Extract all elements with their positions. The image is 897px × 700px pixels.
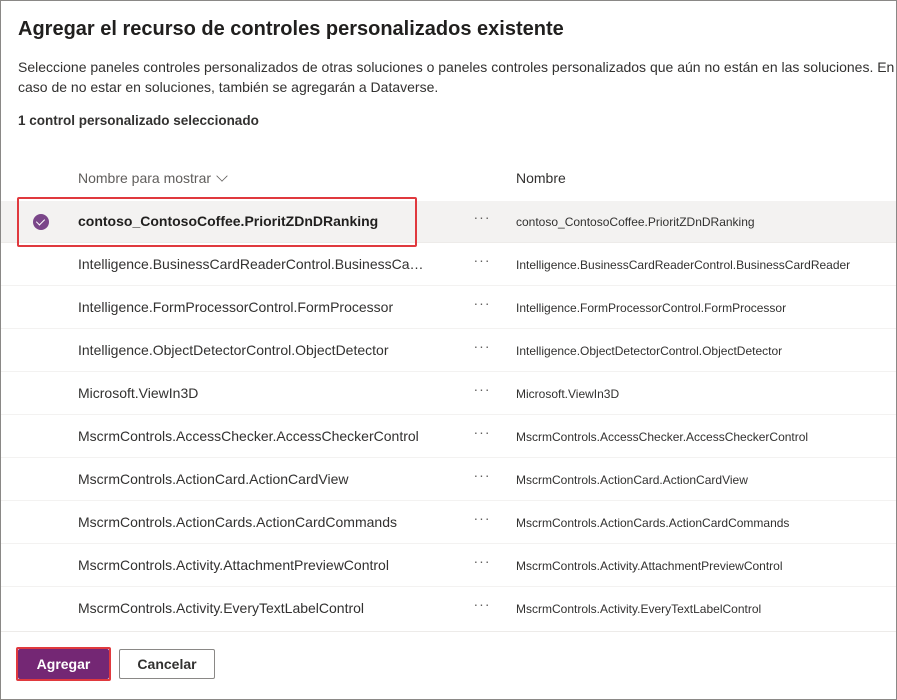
table-header: Nombre para mostrar Nombre [1,161,896,195]
row-name: MscrmControls.Activity.AttachmentPreview… [516,559,783,573]
dialog-title: Agregar el recurso de controles personal… [18,18,564,40]
column-header-display-name-label: Nombre para mostrar [78,170,212,186]
row-display-name: Intelligence.ObjectDetectorControl.Objec… [78,342,389,358]
add-button[interactable]: Agregar [18,649,109,679]
more-options-icon[interactable]: ··· [471,468,493,488]
column-header-name-label: Nombre [516,170,566,186]
table-row[interactable]: Intelligence.FormProcessorControl.FormPr… [1,287,896,329]
row-display-name: MscrmControls.ActionCards.ActionCardComm… [78,514,397,530]
cancel-button[interactable]: Cancelar [119,649,215,679]
dialog-footer: Agregar Cancelar [1,631,896,699]
table-row[interactable]: MscrmControls.Activity.EveryTextLabelCon… [1,588,896,626]
more-options-icon[interactable]: ··· [471,210,493,230]
table-row[interactable]: Intelligence.BusinessCardReaderControl.B… [1,244,896,286]
row-name: contoso_ContosoCoffee.PrioritZDnDRanking [516,215,755,229]
table-row[interactable]: contoso_ContosoCoffee.PrioritZDnDRanking… [1,201,896,243]
table-row[interactable]: MscrmControls.Activity.AttachmentPreview… [1,545,896,587]
table-row[interactable]: MscrmControls.ActionCard.ActionCardView ·… [1,459,896,501]
chevron-down-icon [216,170,228,182]
row-name: Intelligence.ObjectDetectorControl.Objec… [516,344,783,358]
row-display-name: Intelligence.FormProcessorControl.FormPr… [78,299,394,315]
row-name: MscrmControls.AccessChecker.AccessChecke… [516,430,809,444]
table-row[interactable]: Microsoft.ViewIn3D ··· Microsoft.ViewIn3D [1,373,896,415]
row-display-name: MscrmControls.Activity.AttachmentPreview… [78,557,389,573]
row-name: Intelligence.BusinessCardReaderControl.B… [516,258,851,272]
row-display-name: MscrmControls.AccessChecker.AccessChecke… [78,428,419,444]
row-display-name: Microsoft.ViewIn3D [78,385,199,401]
selected-count-label: 1 control personalizado seleccionado [18,113,259,128]
more-options-icon[interactable]: ··· [471,511,493,531]
more-options-icon[interactable]: ··· [471,253,493,273]
table-row[interactable]: MscrmControls.AccessChecker.AccessChecke… [1,416,896,458]
row-name: MscrmControls.ActionCard.ActionCardView [516,473,748,487]
dialog-description: Seleccione paneles controles personaliza… [18,59,895,95]
row-display-name: MscrmControls.ActionCard.ActionCardView [78,471,349,487]
row-display-name: MscrmControls.Activity.EveryTextLabelCon… [78,600,365,616]
more-options-icon[interactable]: ··· [471,597,493,617]
more-options-icon[interactable]: ··· [471,296,493,316]
more-options-icon[interactable]: ··· [471,554,493,574]
row-name: MscrmControls.ActionCards.ActionCardComm… [516,516,790,530]
table-row[interactable]: MscrmControls.ActionCards.ActionCardComm… [1,502,896,544]
row-display-name: contoso_ContosoCoffee.PrioritZDnDRanking [78,213,379,229]
add-existing-custom-control-dialog: Agregar el recurso de controles personal… [0,0,897,700]
row-name: Microsoft.ViewIn3D [516,387,620,401]
more-options-icon[interactable]: ··· [471,382,493,402]
checkmark-circle-icon[interactable] [33,214,49,230]
column-header-name[interactable]: Nombre [516,170,566,186]
column-header-display-name[interactable]: Nombre para mostrar [78,170,228,186]
more-options-icon[interactable]: ··· [471,339,493,359]
table-row[interactable]: Intelligence.ObjectDetectorControl.Objec… [1,330,896,372]
controls-list: contoso_ContosoCoffee.PrioritZDnDRanking… [1,201,896,626]
row-name: MscrmControls.Activity.EveryTextLabelCon… [516,602,762,616]
row-name: Intelligence.FormProcessorControl.FormPr… [516,301,787,315]
row-display-name: Intelligence.BusinessCardReaderControl.B… [78,256,428,272]
more-options-icon[interactable]: ··· [471,425,493,445]
